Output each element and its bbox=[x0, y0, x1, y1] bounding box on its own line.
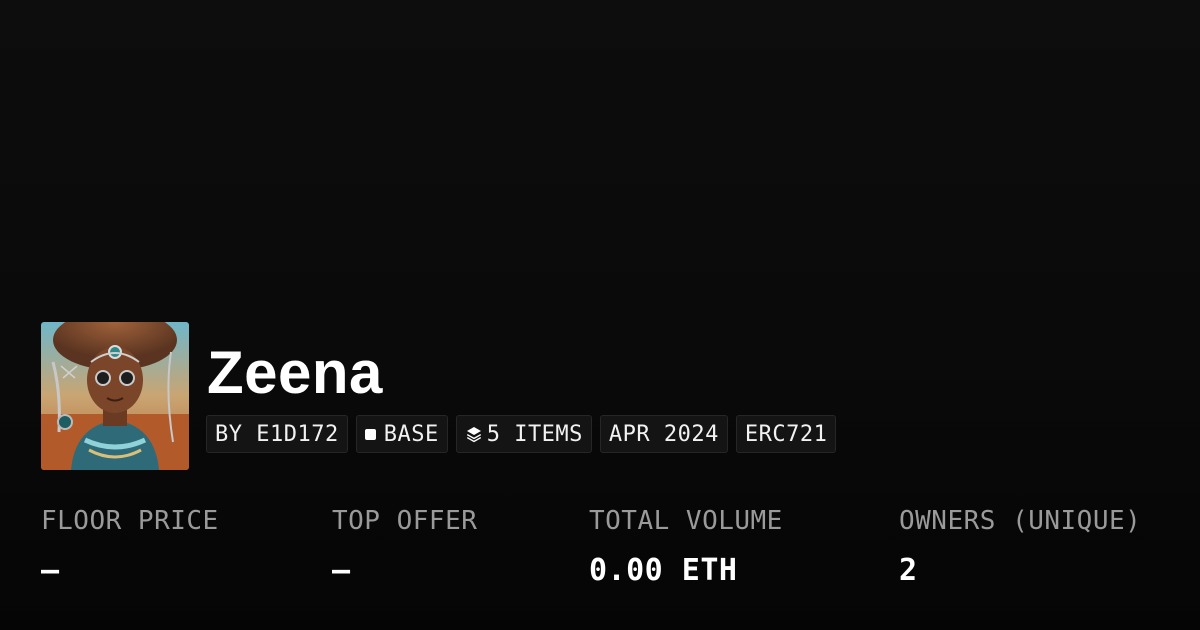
chain-icon bbox=[364, 428, 376, 440]
stat-value: 2 bbox=[899, 553, 918, 588]
stat-label: TOP OFFER bbox=[332, 506, 478, 536]
date-label: APR 2024 bbox=[608, 421, 719, 447]
stat-floor-price: FLOOR PRICE – bbox=[41, 505, 219, 588]
date-tag: APR 2024 bbox=[599, 415, 728, 453]
stat-value: – bbox=[41, 553, 60, 588]
chain-tag: BASE bbox=[355, 415, 448, 453]
items-label: 5 ITEMS bbox=[486, 421, 583, 447]
stat-value: 0.00 ETH bbox=[589, 553, 738, 588]
standard-tag: ERC721 bbox=[735, 415, 837, 453]
stat-label: TOTAL VOLUME bbox=[589, 506, 783, 536]
portrait-artwork-icon bbox=[41, 322, 189, 470]
collection-tags: BY E1D172 BASE 5 ITEMS APR 2024 ERC721 bbox=[206, 415, 837, 453]
creator-tag[interactable]: BY E1D172 bbox=[206, 415, 348, 453]
collection-title: Zeena bbox=[207, 339, 383, 406]
stat-value: – bbox=[332, 553, 351, 588]
creator-label: BY E1D172 bbox=[215, 421, 339, 447]
layers-icon bbox=[465, 425, 483, 443]
stat-owners: OWNERS (UNIQUE) 2 bbox=[899, 505, 1141, 588]
stat-label: OWNERS (UNIQUE) bbox=[899, 506, 1142, 536]
stat-total-volume: TOTAL VOLUME 0.00 ETH bbox=[589, 505, 783, 588]
stat-top-offer: TOP OFFER – bbox=[332, 505, 477, 588]
collection-avatar bbox=[41, 322, 189, 470]
chain-label: BASE bbox=[383, 421, 439, 447]
items-tag: 5 ITEMS bbox=[455, 415, 592, 453]
stat-label: FLOOR PRICE bbox=[41, 506, 219, 536]
standard-label: ERC721 bbox=[744, 421, 828, 447]
